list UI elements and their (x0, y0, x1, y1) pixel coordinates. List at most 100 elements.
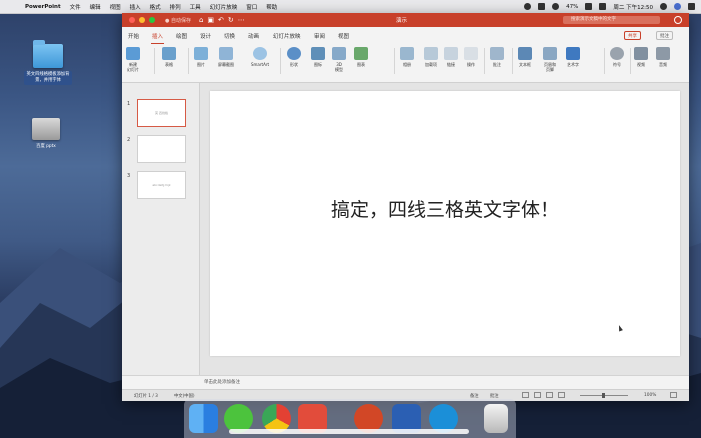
wifi-icon[interactable] (552, 3, 560, 10)
search-input[interactable]: 搜索演示文稿中的文字 (563, 16, 660, 24)
notification-center-icon[interactable] (688, 3, 695, 10)
chart-button[interactable]: 图表 (354, 47, 368, 67)
video-button[interactable]: 视频 (634, 47, 648, 67)
tab-slideshow[interactable]: 幻灯片放映 (273, 32, 301, 40)
slide-thumbnail-3[interactable]: abcdefg hijk (137, 171, 186, 199)
save-icon[interactable]: ▣ (207, 16, 218, 24)
smartart-icon (253, 47, 268, 60)
divider (154, 48, 155, 74)
slide-number: 1 (127, 101, 131, 107)
file-icon (32, 118, 60, 140)
header-footer-button[interactable]: 页眉和 页脚 (543, 47, 557, 72)
wordart-button[interactable]: 艺术字 (566, 47, 580, 67)
screenshot-button[interactable]: 屏幕截图 (218, 47, 234, 67)
tab-draw[interactable]: 绘图 (176, 32, 187, 40)
menu-help[interactable]: 帮助 (266, 3, 277, 11)
slide-thumbnail-1[interactable]: 英 四线格 (137, 99, 186, 127)
icons-icon (311, 47, 325, 60)
normal-view-button[interactable] (522, 392, 529, 398)
screen-icon[interactable] (538, 3, 546, 10)
more-icon[interactable]: ⋯ (238, 16, 249, 24)
status-app-icon[interactable] (524, 3, 532, 10)
share-button[interactable]: 共享 (624, 31, 641, 40)
menu-file[interactable]: 文件 (70, 3, 81, 11)
add-ins-button[interactable]: 加载项 (424, 47, 438, 67)
slideshow-view-button[interactable] (558, 392, 565, 398)
photo-album-button[interactable]: 相册 (400, 47, 414, 67)
menu-view[interactable]: 视图 (110, 3, 121, 11)
tab-transitions[interactable]: 切换 (224, 32, 235, 40)
tab-view[interactable]: 视图 (338, 32, 349, 40)
add-ins-icon (424, 47, 438, 60)
feedback-smile-icon[interactable] (674, 16, 682, 24)
reading-view-button[interactable] (546, 392, 553, 398)
3d-models-button[interactable]: 3D 模型 (332, 47, 346, 72)
tab-insert[interactable]: 插入 (150, 32, 165, 44)
comment-button[interactable]: 批注 (490, 47, 504, 67)
table-button[interactable]: 表格 (162, 47, 176, 67)
close-button[interactable] (129, 17, 135, 23)
link-button[interactable]: 链接 (444, 47, 458, 67)
ribbon-tabs: 开始 插入 绘图 设计 切换 动画 幻灯片放映 审阅 视图 共享 批注 (122, 27, 689, 45)
tab-animations[interactable]: 动画 (248, 32, 259, 40)
audio-button[interactable]: 音频 (656, 47, 670, 67)
icons-button[interactable]: 图标 (311, 47, 325, 67)
smartart-button[interactable]: SmartArt (251, 47, 269, 67)
menu-slideshow[interactable]: 幻灯片放映 (210, 3, 238, 11)
slide-counter: 幻灯片 1 / 3 (134, 394, 158, 399)
battery-icon[interactable] (585, 3, 593, 10)
menu-tools[interactable]: 工具 (190, 3, 201, 11)
quick-access-toolbar: ⌂▣↶↻⋯ (199, 16, 249, 24)
menu-edit[interactable]: 编辑 (90, 3, 101, 11)
siri-icon[interactable] (674, 3, 681, 10)
divider (394, 48, 395, 74)
clock[interactable]: 周二 下午12:50 (613, 3, 653, 11)
menu-insert[interactable]: 插入 (130, 3, 141, 11)
notes-pane[interactable]: 单击此处添加备注 (122, 375, 689, 390)
omega-icon (610, 47, 624, 60)
zoom-level[interactable]: 100% (644, 393, 656, 398)
autosave-toggle[interactable]: ● 自动保存 (165, 17, 191, 24)
slide-canvas[interactable]: 搞定，四线三格英文字体！ (210, 91, 680, 356)
tab-design[interactable]: 设计 (200, 32, 211, 40)
speaker-icon (656, 47, 670, 60)
divider (280, 48, 281, 74)
fit-to-window-button[interactable] (670, 392, 677, 398)
tab-home[interactable]: 开始 (128, 32, 139, 40)
action-button[interactable]: 操作 (464, 47, 478, 67)
link-icon (444, 47, 458, 60)
redo-icon[interactable]: ↻ (228, 16, 238, 24)
tab-review[interactable]: 审阅 (314, 32, 325, 40)
thumbnail-text: abcdefg hijk (152, 183, 171, 187)
menu-arrange[interactable]: 排列 (170, 3, 181, 11)
slide-thumbnail-2[interactable] (137, 135, 186, 163)
finder-icon[interactable] (189, 404, 218, 433)
sorter-view-button[interactable] (534, 392, 541, 398)
slide-text[interactable]: 搞定，四线三格英文字体！ (210, 195, 680, 222)
zoom-button[interactable] (149, 17, 155, 23)
comment-icon (490, 47, 504, 60)
trash-icon[interactable] (484, 404, 508, 433)
minimize-button[interactable] (139, 17, 145, 23)
zoom-slider[interactable] (580, 393, 628, 398)
search-icon[interactable] (660, 3, 667, 10)
symbol-button[interactable]: 符号 (610, 47, 624, 67)
picture-icon (194, 47, 208, 60)
flag-icon[interactable] (599, 3, 607, 10)
menu-app-name[interactable]: PowerPoint (25, 4, 61, 10)
menu-format[interactable]: 格式 (150, 3, 161, 11)
comments-button[interactable]: 批注 (656, 31, 673, 40)
folder-icon (33, 40, 63, 68)
undo-icon[interactable]: ↶ (218, 16, 228, 24)
desktop-folder[interactable]: 英文四线格模板添加背景，并用字体 (24, 40, 72, 85)
battery-percent: 47% (566, 3, 579, 10)
desktop-file-label: 百度 pptx (36, 144, 56, 149)
divider (630, 48, 631, 74)
desktop-file[interactable]: 百度 pptx (23, 118, 69, 151)
menu-window[interactable]: 窗口 (246, 3, 257, 11)
new-slide-button[interactable]: 新建 幻灯片 (126, 47, 140, 72)
wordart-icon (566, 47, 580, 60)
text-box-button[interactable]: 文本框 (518, 47, 532, 67)
shapes-button[interactable]: 形状 (287, 47, 301, 67)
pictures-button[interactable]: 图片 (194, 47, 208, 67)
